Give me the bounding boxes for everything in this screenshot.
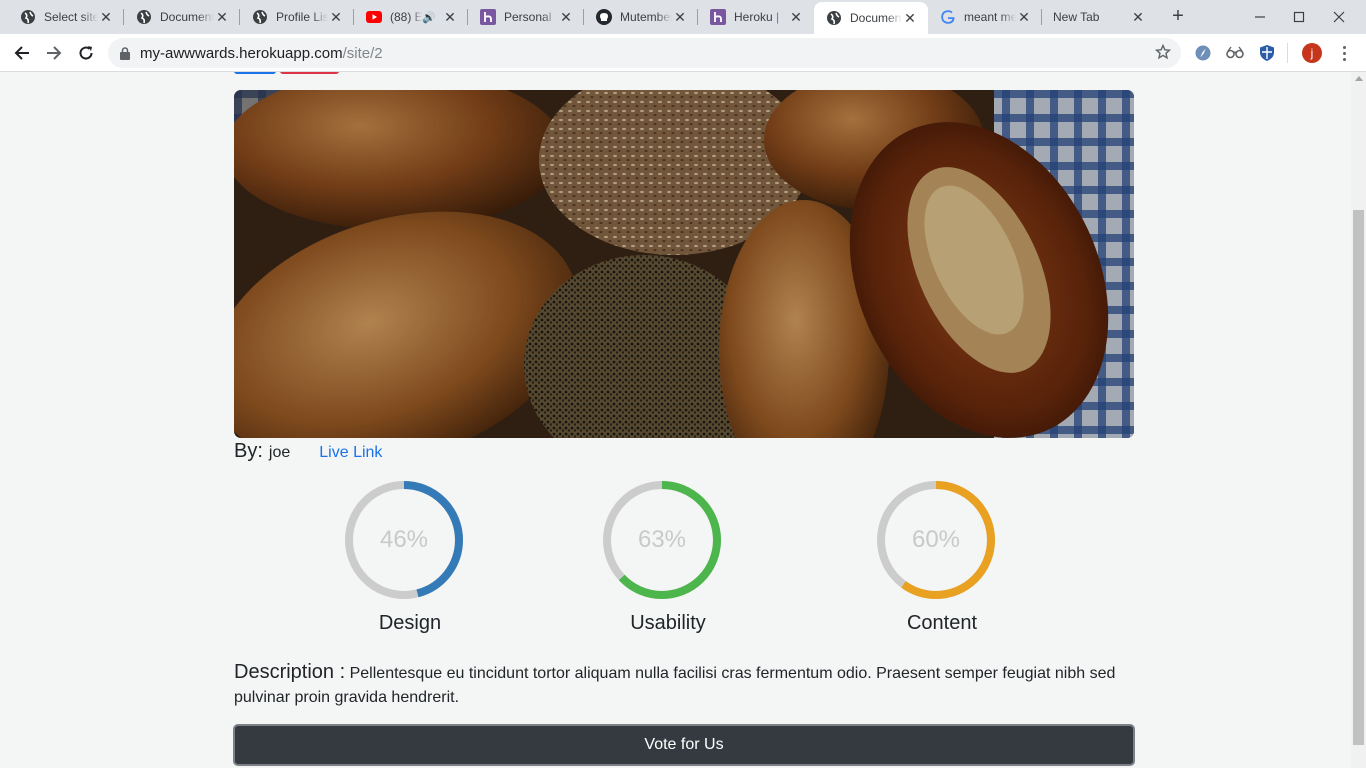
reload-icon (79, 46, 93, 60)
close-icon[interactable]: ✕ (98, 9, 114, 25)
page-scrollbar[interactable] (1351, 72, 1366, 768)
lock-icon[interactable] (120, 46, 130, 60)
window-close-button[interactable] (1316, 0, 1362, 34)
address-bar[interactable]: my-awwwards.herokuapp.com/site/2 (108, 38, 1181, 68)
browser-menu-icon[interactable] (1336, 43, 1352, 63)
description-text: Pellentesque eu tincidunt tortor aliquam… (234, 665, 1116, 706)
tab-title: Select site (44, 10, 98, 24)
extension-shield-icon[interactable] (1257, 43, 1277, 63)
tab-title: Profile List (276, 10, 328, 24)
close-icon[interactable]: ✕ (1130, 9, 1146, 25)
tab-github[interactable]: Mutembei ✕ (584, 0, 698, 34)
close-icon[interactable]: ✕ (442, 9, 458, 25)
close-icon[interactable]: ✕ (328, 9, 344, 25)
tab-document-active[interactable]: Document ✕ (814, 2, 928, 34)
minimize-icon (1255, 16, 1265, 18)
reload-button[interactable] (72, 39, 100, 67)
heroku-icon (480, 9, 496, 25)
profile-avatar[interactable]: j (1302, 43, 1322, 63)
scrollbar-thumb[interactable] (1353, 210, 1364, 745)
google-icon (940, 9, 956, 25)
tab-document-1[interactable]: Document ✕ (124, 0, 240, 34)
tab-heroku[interactable]: Heroku | ✕ (698, 0, 814, 34)
delete-button-partial[interactable] (280, 72, 339, 74)
globe-icon (20, 9, 36, 25)
description: Description : Pellentesque eu tincidunt … (234, 660, 1134, 710)
new-tab-button[interactable]: + (1166, 5, 1190, 29)
extension-glasses-icon[interactable] (1225, 43, 1245, 63)
rating-design: 46% (344, 480, 464, 600)
content-percent: 60% (911, 526, 961, 553)
back-button[interactable] (8, 39, 36, 67)
site-image (234, 90, 1134, 438)
browser-toolbar: my-awwwards.herokuapp.com/site/2 j (0, 34, 1366, 72)
rating-content: 60% (876, 480, 996, 600)
tab-strip: Select site ✕ Document ✕ Profile List ✕ … (0, 0, 1366, 34)
tab-title: Heroku | (734, 10, 780, 24)
tab-title: (88) E (390, 10, 423, 24)
author-name: joe (268, 444, 291, 461)
close-icon[interactable]: ✕ (558, 9, 574, 25)
heroku-icon (710, 9, 726, 25)
close-icon[interactable]: ✕ (788, 9, 804, 25)
tab-google[interactable]: meant me ✕ (928, 0, 1042, 34)
by-label: By: (234, 440, 263, 462)
tab-personal[interactable]: Personal ✕ (468, 0, 584, 34)
url-path: /site/2 (342, 44, 383, 62)
description-label: Description : (234, 661, 346, 683)
globe-icon (826, 10, 842, 26)
byline: By: joe Live Link (234, 440, 382, 466)
tab-title: Mutembei (620, 10, 672, 24)
tab-title: New Tab (1053, 10, 1100, 24)
speaker-icon[interactable]: 🔊 (422, 11, 436, 24)
edit-button-partial[interactable] (234, 72, 276, 74)
content-label: Content (906, 612, 978, 634)
arrow-right-icon (47, 46, 62, 60)
usability-percent: 63% (637, 526, 687, 553)
page-viewport: By: joe Live Link 46% Design 63% Usabili… (0, 72, 1351, 768)
tab-new-tab[interactable]: New Tab ✕ (1042, 0, 1156, 34)
globe-icon (252, 9, 268, 25)
youtube-icon (366, 9, 382, 25)
tab-select-site[interactable]: Select site ✕ (8, 0, 124, 34)
rating-usability: 63% (602, 480, 722, 600)
tab-youtube[interactable]: (88) E 🔊 ✕ (354, 0, 468, 34)
arrow-left-icon (14, 46, 29, 60)
close-icon (1333, 11, 1345, 23)
close-icon[interactable]: ✕ (214, 9, 230, 25)
design-label: Design (378, 612, 442, 634)
extension-compass-icon[interactable] (1193, 43, 1213, 63)
maximize-icon (1293, 11, 1305, 23)
close-icon[interactable]: ✕ (672, 9, 688, 25)
globe-icon (136, 9, 152, 25)
live-link[interactable]: Live Link (319, 444, 382, 462)
tab-title: Document (850, 11, 902, 25)
design-percent: 46% (379, 526, 429, 553)
bookmark-star-icon[interactable] (1154, 43, 1172, 64)
tab-title: Document (160, 10, 214, 24)
forward-button[interactable] (40, 39, 68, 67)
scroll-up-arrow[interactable] (1355, 76, 1363, 81)
url-host: my-awwwards.herokuapp.com (140, 44, 343, 62)
github-icon (596, 9, 612, 25)
close-icon[interactable]: ✕ (1016, 9, 1032, 25)
vote-button[interactable]: Vote for Us (233, 724, 1135, 766)
tab-title: meant me (964, 10, 1016, 24)
tab-title: Personal (504, 10, 552, 24)
tab-profile-list[interactable]: Profile List ✕ (240, 0, 354, 34)
close-icon[interactable]: ✕ (902, 10, 918, 26)
usability-label: Usability (630, 612, 706, 634)
